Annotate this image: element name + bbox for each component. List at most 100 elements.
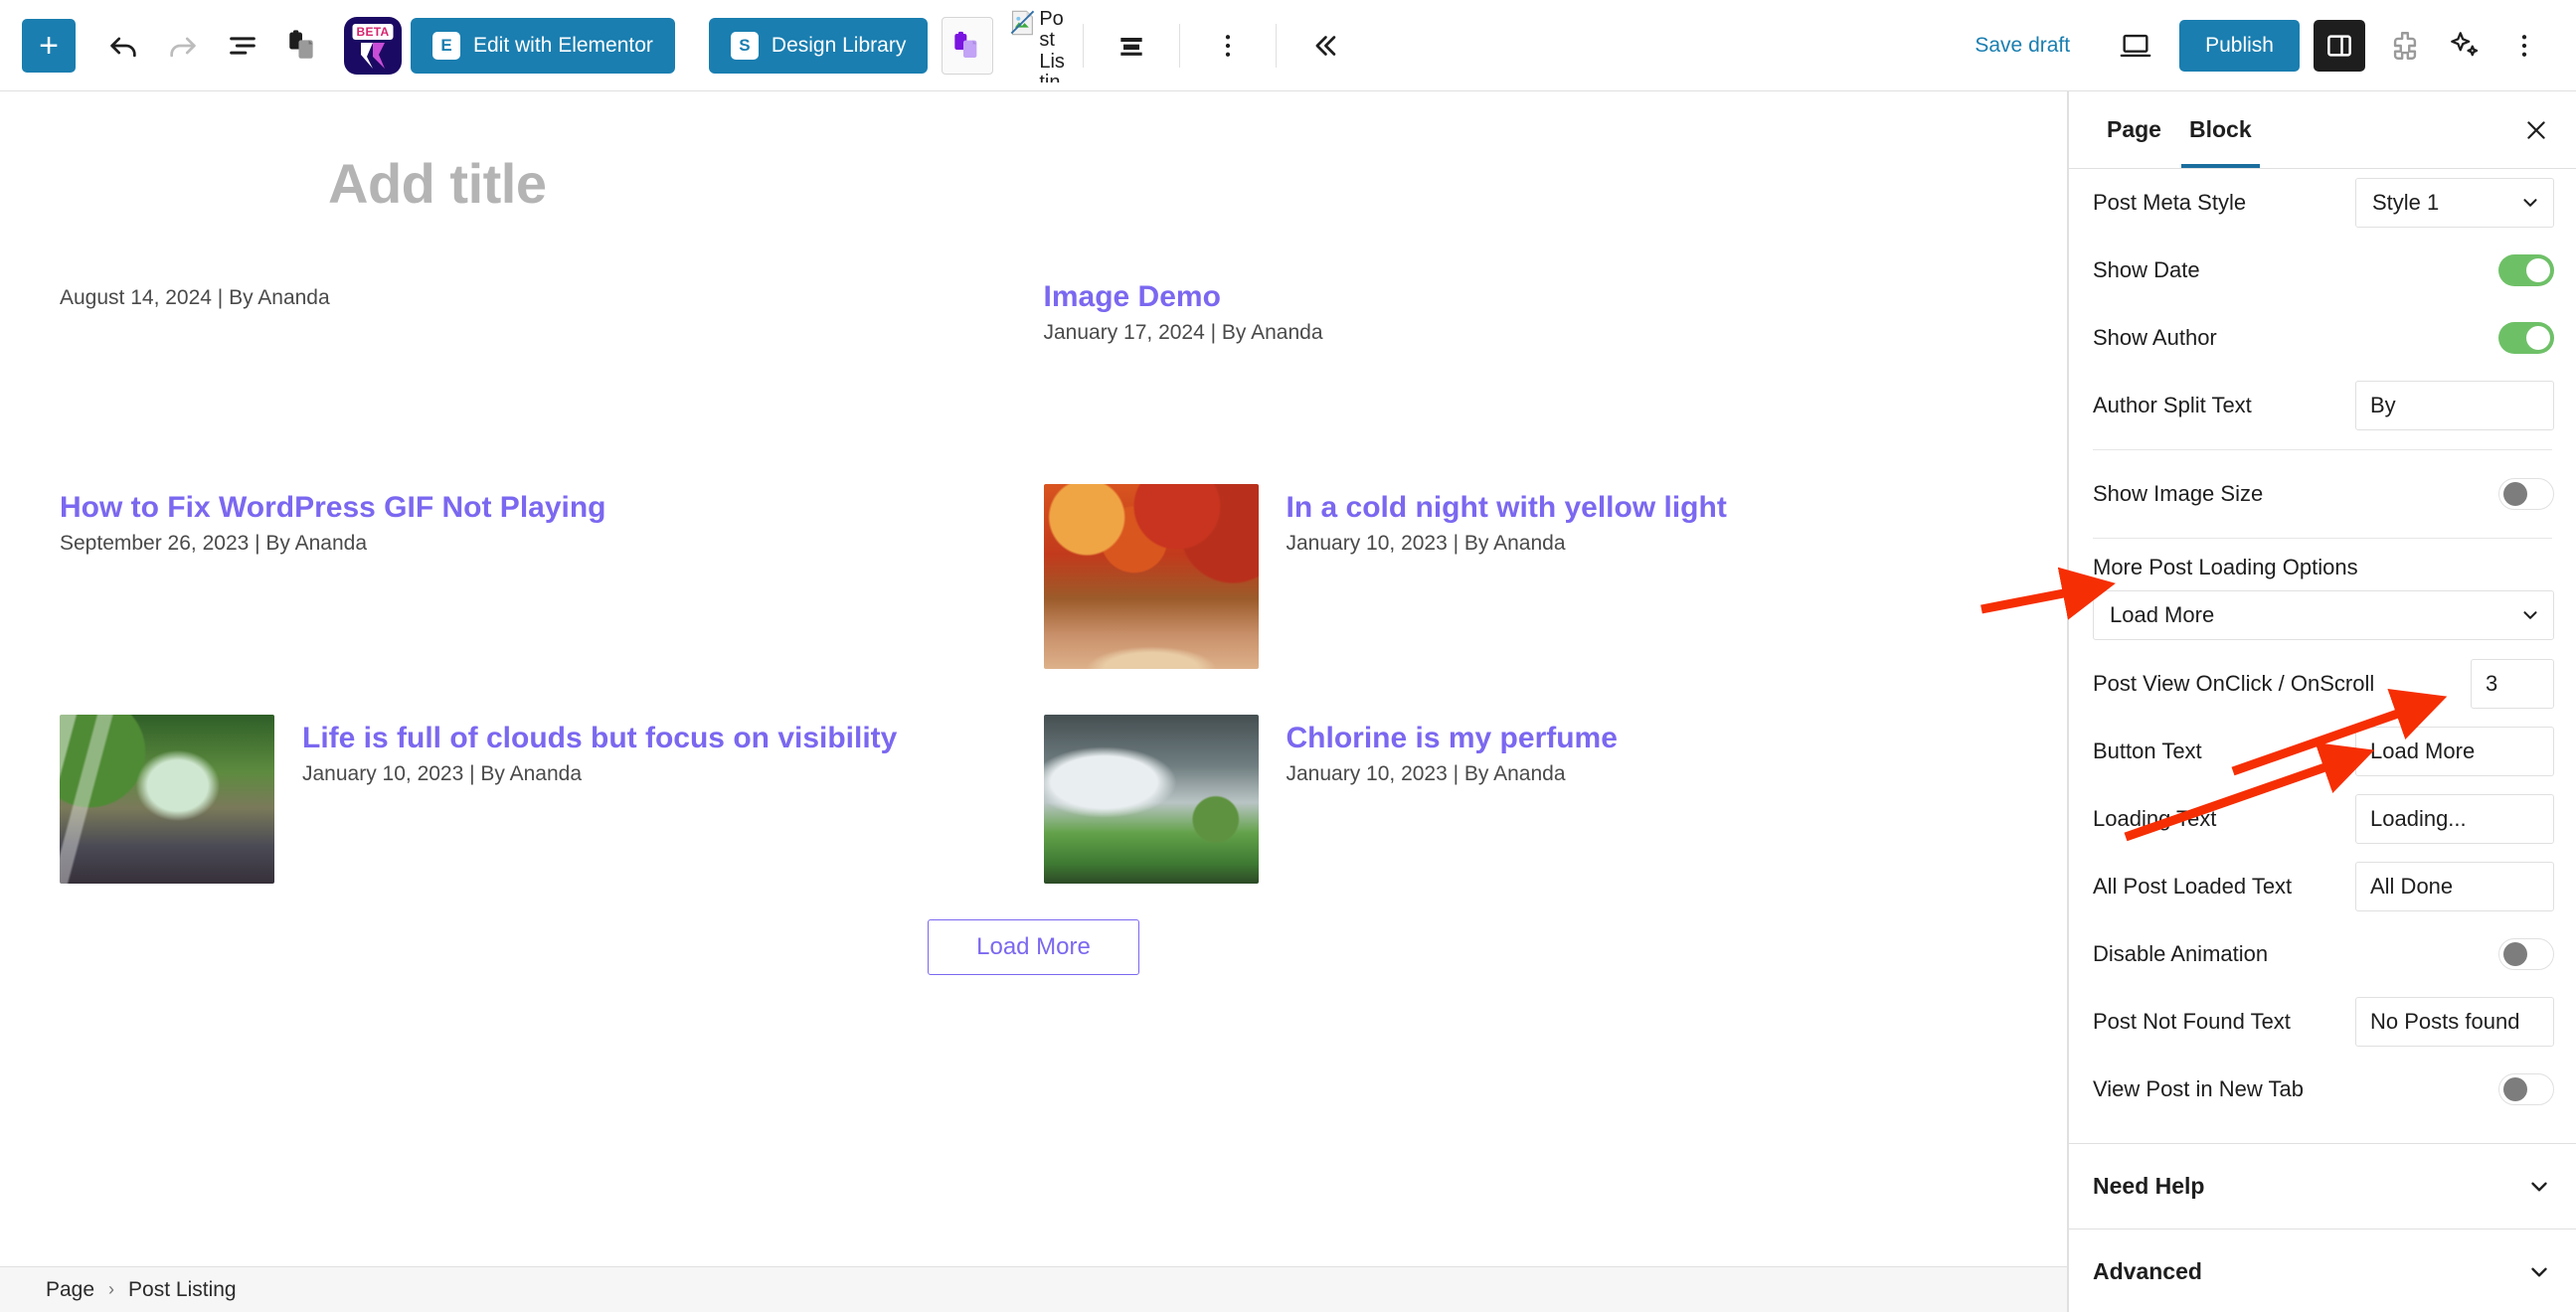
more-post-loading-options-select[interactable]: Load More (2093, 590, 2554, 640)
setting-label: Post View OnClick / OnScroll (2093, 671, 2375, 696)
edit-with-elementor-button[interactable]: E Edit with Elementor (411, 17, 675, 74)
collapse-chevrons-icon[interactable] (1294, 16, 1354, 76)
breadcrumb-root[interactable]: Page (46, 1278, 94, 1302)
design-library-label: Design Library (771, 33, 907, 57)
load-more-button[interactable]: Load More (928, 919, 1139, 975)
desktop-preview-icon[interactable] (2106, 16, 2165, 76)
author-split-text-input[interactable]: By (2355, 381, 2554, 430)
setting-label: Author Split Text (2093, 393, 2252, 417)
show-image-size-toggle[interactable] (2498, 478, 2554, 510)
list-item[interactable]: Chlorine is my perfume January 10, 2023 … (1043, 715, 2008, 884)
setting-label: All Post Loaded Text (2093, 874, 2293, 899)
setting-more-post-loading-options[interactable]: More Post Loading Options Load More (2069, 549, 2576, 650)
post-body: Image Demo January 17, 2024 | By Ananda (1044, 273, 2008, 347)
setting-label: View Post in New Tab (2093, 1076, 2304, 1101)
alignment-icon[interactable] (1102, 16, 1161, 76)
setting-loading-text[interactable]: Loading Text Loading... (2069, 785, 2576, 853)
setting-show-date[interactable]: Show Date (2069, 237, 2576, 304)
sparkle-ai-icon[interactable] (2435, 16, 2494, 76)
tab-block[interactable]: Block (2175, 91, 2266, 168)
list-item[interactable]: August 14, 2024 | By Ananda (60, 273, 1024, 442)
setting-show-image-size[interactable]: Show Image Size (2069, 460, 2576, 528)
post-title[interactable]: How to Fix WordPress GIF Not Playing (60, 490, 1024, 525)
disable-animation-toggle[interactable] (2498, 938, 2554, 970)
setting-post-view-onclick-onscroll[interactable]: Post View OnClick / OnScroll 3 (2069, 650, 2576, 718)
setting-show-author[interactable]: Show Author (2069, 304, 2576, 372)
list-item[interactable]: Image Demo January 17, 2024 | By Ananda (1044, 273, 2008, 442)
load-more-wrap: Load More (0, 919, 2067, 975)
toolbar-divider (1083, 23, 1085, 68)
post-listing-block[interactable]: August 14, 2024 | By Ananda Image Demo J… (0, 273, 2067, 884)
publish-button[interactable]: Publish (2179, 19, 2300, 72)
post-thumbnail-lone-tree-stormy-sky[interactable] (1043, 715, 1259, 884)
setting-post-meta-style[interactable]: Post Meta Style Style 1 (2069, 169, 2576, 237)
panel-title: Advanced (2093, 1258, 2202, 1284)
close-icon[interactable] (2514, 108, 2558, 152)
chevron-down-icon (2531, 1267, 2547, 1276)
plugin-icon[interactable] (2375, 16, 2435, 76)
chevron-down-icon (2523, 611, 2537, 619)
block-inserter-button[interactable]: + (22, 18, 76, 73)
view-post-new-tab-toggle[interactable] (2498, 1073, 2554, 1105)
breadcrumb-current[interactable]: Post Listing (128, 1278, 237, 1302)
setting-label: Button Text (2093, 738, 2202, 763)
post-meta-style-select[interactable]: Style 1 (2355, 178, 2554, 228)
beta-badge-label: BETA (352, 23, 394, 40)
post-body: Chlorine is my perfume January 10, 2023 … (1287, 715, 2008, 788)
duplicate-template-button[interactable] (942, 16, 994, 75)
tab-page[interactable]: Page (2093, 91, 2175, 168)
panel-advanced[interactable]: Advanced (2069, 1229, 2576, 1312)
list-item[interactable]: How to Fix WordPress GIF Not Playing Sep… (60, 484, 1024, 669)
show-date-toggle[interactable] (2498, 254, 2554, 286)
broken-image-post-listing[interactable]: Post Listing (1009, 9, 1065, 82)
list-item[interactable]: In a cold night with yellow light Januar… (1043, 484, 2008, 669)
redo-icon[interactable] (153, 16, 213, 76)
post-thumbnail-autumn-forest-path[interactable] (1043, 484, 1259, 669)
settings-sidebar-toggle[interactable] (2314, 19, 2365, 72)
post-view-count-input[interactable]: 3 (2471, 659, 2554, 709)
copy-block-icon[interactable] (272, 16, 332, 76)
show-author-toggle[interactable] (2498, 322, 2554, 354)
post-body: August 14, 2024 | By Ananda (60, 273, 1024, 312)
panel-title: Need Help (2093, 1173, 2205, 1199)
chevron-down-icon (2531, 1182, 2547, 1191)
edit-with-elementor-label: Edit with Elementor (473, 33, 653, 57)
post-title-placeholder[interactable]: Add title (328, 151, 2067, 216)
panel-need-help[interactable]: Need Help (2069, 1143, 2576, 1229)
button-text-input[interactable]: Load More (2355, 727, 2554, 776)
editor-canvas[interactable]: Add title August 14, 2024 | By Ananda Im… (0, 91, 2068, 1312)
sidebar-settings-list[interactable]: Post Meta Style Style 1 Show Date Show A… (2069, 169, 2576, 1312)
design-library-button[interactable]: S Design Library (708, 17, 929, 74)
post-title[interactable]: In a cold night with yellow light (1287, 490, 2008, 525)
post-thumbnail-sunbeam-forest-road[interactable] (60, 715, 274, 884)
setting-label: Show Author (2093, 325, 2217, 350)
all-post-loaded-text-input[interactable]: All Done (2355, 862, 2554, 911)
more-options-icon[interactable] (2494, 16, 2554, 76)
setting-all-post-loaded-text[interactable]: All Post Loaded Text All Done (2069, 853, 2576, 920)
setting-button-text[interactable]: Button Text Load More (2069, 718, 2576, 785)
post-title[interactable]: Life is full of clouds but focus on visi… (302, 721, 1024, 755)
setting-view-post-in-new-tab[interactable]: View Post in New Tab (2069, 1056, 2576, 1123)
setting-label: Post Not Found Text (2093, 1009, 2291, 1034)
post-title[interactable]: Chlorine is my perfume (1287, 721, 2008, 755)
list-view-icon[interactable] (213, 16, 272, 76)
loading-text-input[interactable]: Loading... (2355, 794, 2554, 844)
setting-label: Loading Text (2093, 806, 2217, 831)
field-value: All Done (2370, 874, 2454, 899)
block-more-options-icon[interactable] (1198, 16, 1258, 76)
post-not-found-text-input[interactable]: No Posts found (2355, 997, 2554, 1047)
toolbar-divider (1179, 23, 1181, 68)
beta-plugin-icon[interactable]: BETA (344, 16, 402, 75)
post-title[interactable]: Image Demo (1044, 279, 2008, 314)
field-value: Load More (2370, 738, 2476, 763)
post-meta: January 17, 2024 | By Ananda (1043, 321, 1323, 345)
select-value: Style 1 (2372, 190, 2440, 215)
list-item[interactable]: Life is full of clouds but focus on visi… (60, 715, 1024, 884)
breadcrumb-separator-icon: › (108, 1279, 115, 1299)
undo-icon[interactable] (93, 16, 153, 76)
save-draft-button[interactable]: Save draft (1975, 34, 2070, 58)
setting-disable-animation[interactable]: Disable Animation (2069, 920, 2576, 988)
setting-author-split-text[interactable]: Author Split Text By (2069, 372, 2576, 439)
setting-label: Disable Animation (2093, 941, 2269, 966)
setting-post-not-found-text[interactable]: Post Not Found Text No Posts found (2069, 988, 2576, 1056)
